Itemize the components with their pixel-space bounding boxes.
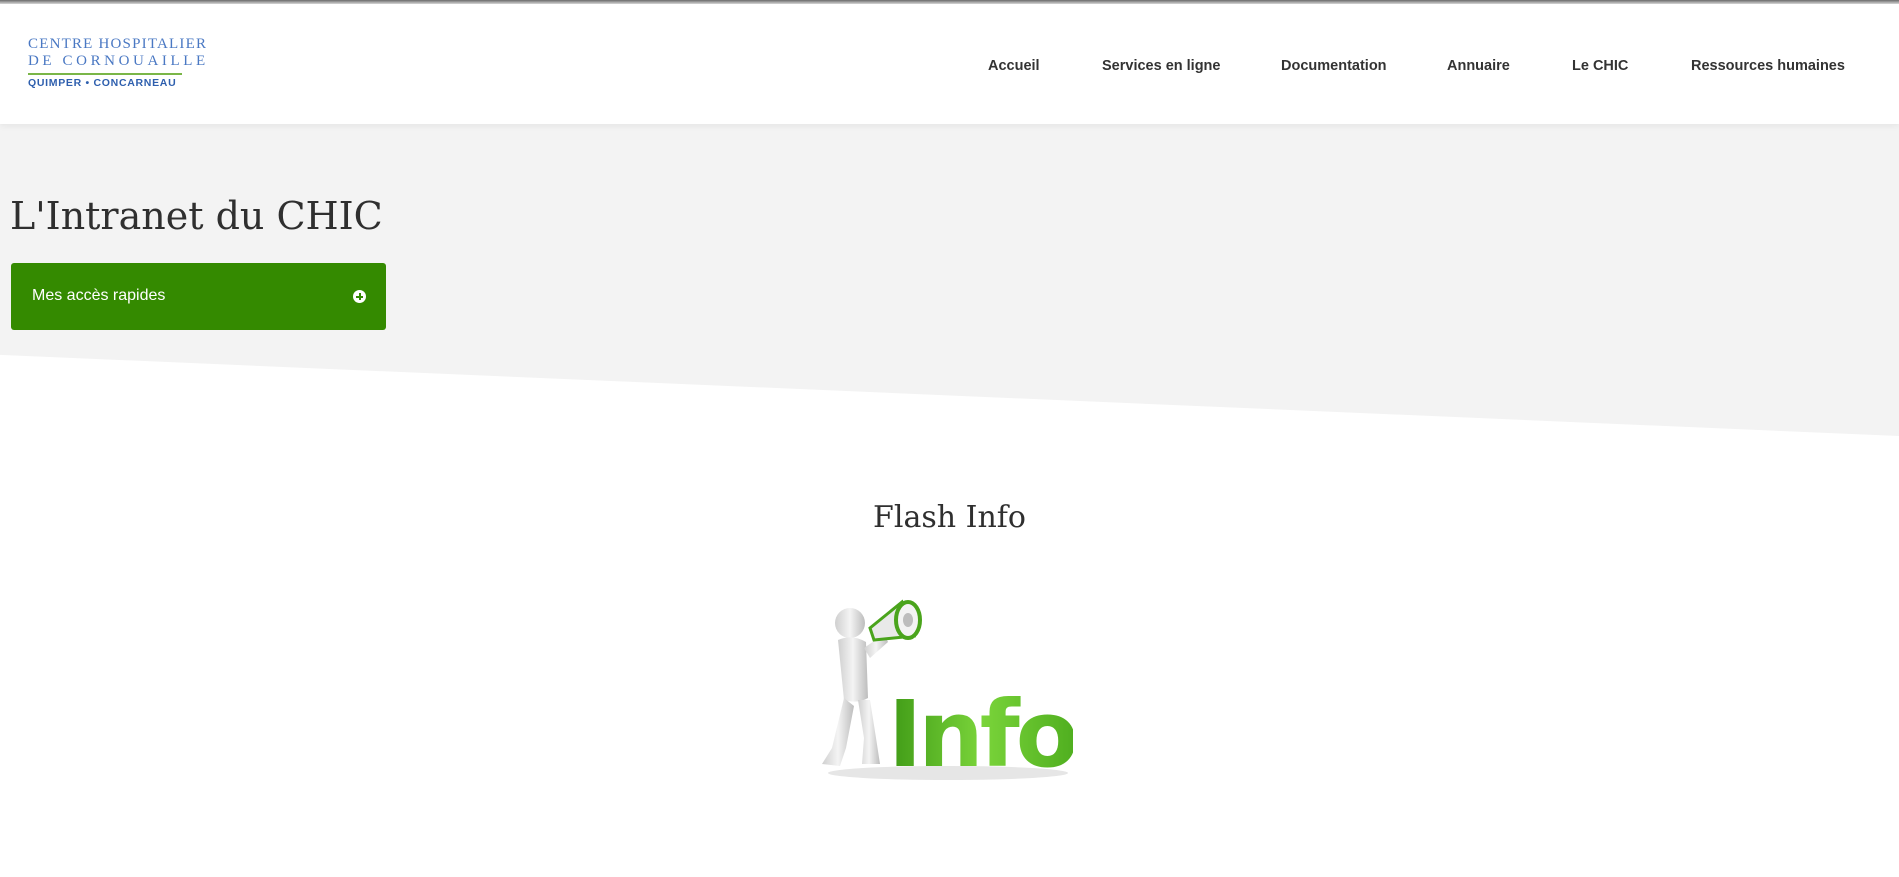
figure-head — [835, 608, 865, 638]
info-word: Info — [888, 681, 1073, 788]
flash-info-title: Flash Info — [873, 500, 1026, 535]
megaphone-icon — [868, 599, 922, 642]
plus-circle-icon — [353, 290, 366, 303]
quick-access-button[interactable]: Mes accès rapides — [11, 263, 386, 330]
logo-line-2: DE CORNOUAILLE — [28, 53, 209, 69]
figure-leg-left — [822, 698, 854, 766]
logo-line-1: CENTRE HOSPITALIER — [28, 36, 208, 52]
figure-leg-right — [858, 700, 880, 764]
nav-item-services-en-ligne[interactable]: Services en ligne — [1102, 58, 1220, 74]
nav-item-le-chic[interactable]: Le CHIC — [1572, 58, 1628, 74]
nav-item-documentation[interactable]: Documentation — [1281, 58, 1387, 74]
quick-access-label: Mes accès rapides — [32, 287, 166, 304]
nav-item-accueil[interactable]: Accueil — [988, 58, 1040, 74]
site-header: CENTRE HOSPITALIER DE CORNOUAILLE QUIMPE… — [0, 4, 1899, 124]
nav-item-ressources-humaines[interactable]: Ressources humaines — [1691, 58, 1845, 74]
figure-torso — [838, 637, 868, 702]
chic-logo[interactable]: CENTRE HOSPITALIER DE CORNOUAILLE QUIMPE… — [28, 36, 209, 96]
page-title: L'Intranet du CHIC — [10, 194, 383, 238]
logo-rule — [28, 73, 182, 75]
logo-line-3: QUIMPER • CONCARNEAU — [28, 77, 177, 89]
nav-item-annuaire[interactable]: Annuaire — [1447, 58, 1510, 74]
flash-info-image: Info — [822, 599, 1073, 788]
